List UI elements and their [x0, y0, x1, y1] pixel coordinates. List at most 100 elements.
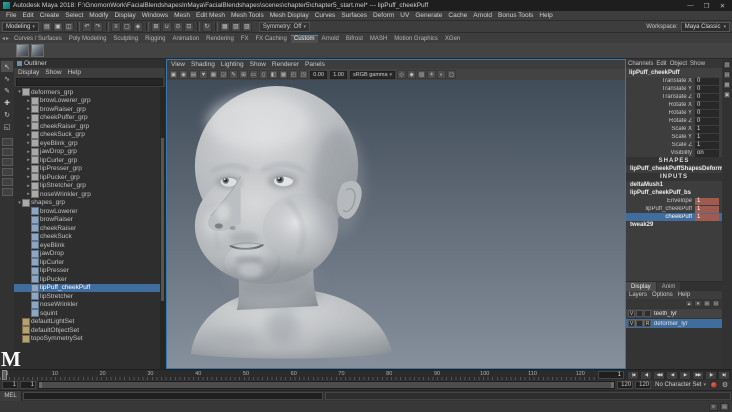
snap-point-icon[interactable]: ⊙ [172, 21, 183, 32]
new-layer-from-selected-icon[interactable]: ⊟ [712, 300, 720, 307]
menu-file[interactable]: File [3, 12, 19, 19]
film-gate-icon[interactable]: ▭ [249, 70, 258, 79]
input-node-deltamush1[interactable]: deltaMush1 [626, 181, 722, 189]
select-tool[interactable]: ↖ [1, 61, 13, 72]
channel-box-tab-edit[interactable]: Edit [656, 61, 666, 67]
layer-teeth-lyr[interactable]: Vteeth_lyr [626, 309, 722, 318]
menu-curves[interactable]: Curves [312, 12, 339, 19]
menu-select[interactable]: Select [62, 12, 86, 19]
expand-arrow-icon[interactable]: ▸ [25, 115, 32, 121]
snap-curve-icon[interactable]: ∪ [161, 21, 172, 32]
menu-help[interactable]: Help [536, 12, 555, 19]
channel-value[interactable]: 1 [695, 133, 719, 141]
input-node-lippuff-cheekpuff-bs[interactable]: lipPuff_cheekPuff_bs [626, 189, 722, 197]
menu-create[interactable]: Create [37, 12, 63, 19]
content-browser-icon[interactable]: ▤ [720, 402, 729, 411]
move-layer-up-icon[interactable]: ▴ [685, 300, 693, 307]
outliner-scrollbar[interactable] [160, 87, 165, 369]
menu-mesh[interactable]: Mesh [171, 12, 193, 19]
outliner-item-lippresser-grp[interactable]: ▸ lipPresser_grp [14, 164, 165, 174]
expand-arrow-icon[interactable]: ▾ [16, 89, 23, 95]
command-line-mode-toggle[interactable]: MEL [0, 391, 22, 401]
image-plane-icon[interactable]: ▦ [209, 70, 218, 79]
channel-translate-x[interactable]: Translate X0 [626, 77, 722, 85]
channel-cheekpuff[interactable]: cheekPuff 1 [626, 213, 722, 221]
outliner-item-jawdrop[interactable]: jawDrop [14, 249, 165, 259]
layer-display-type-toggle[interactable]: R [644, 320, 651, 327]
menu-display[interactable]: Display [111, 12, 138, 19]
channel-value[interactable]: 0 [695, 77, 719, 85]
modeling-toolkit-toggle-icon[interactable]: ▣ [723, 91, 731, 99]
channel-lippuff-cheekpuff[interactable]: lipPuff_cheekPuff 1 [626, 205, 722, 213]
shelf-tab-motion-graphics[interactable]: Motion Graphics [391, 35, 441, 43]
channel-value[interactable]: 0 [695, 101, 719, 109]
layer-menu-options[interactable]: Options [652, 292, 673, 298]
render-icon[interactable]: ▦ [219, 21, 230, 32]
single-pane-layout[interactable] [1, 138, 13, 146]
go-to-start-button[interactable]: |◀ [627, 370, 639, 380]
shaded-icon[interactable]: ◆ [407, 70, 417, 79]
channel-value[interactable]: 1 [695, 125, 719, 133]
shelf-tab-arnold[interactable]: Arnold [318, 35, 342, 43]
outliner-search-input[interactable] [16, 78, 163, 86]
undo-icon[interactable]: ↶ [81, 21, 92, 32]
render-settings-icon[interactable]: ▨ [241, 21, 252, 32]
layer-menu-help[interactable]: Help [678, 292, 690, 298]
channel-rotate-z[interactable]: Rotate Z0 [626, 117, 722, 125]
menu-mesh-tools[interactable]: Mesh Tools [228, 12, 267, 19]
outliner-item-cheeksuck-grp[interactable]: ▸ cheekSuck_grp [14, 130, 165, 140]
menu-surfaces[interactable]: Surfaces [338, 12, 370, 19]
save-scene-icon[interactable]: ◫ [63, 21, 74, 32]
menu-deform[interactable]: Deform [370, 12, 397, 19]
menu-modify[interactable]: Modify [86, 12, 111, 19]
channel-box-object-name[interactable]: lipPuff_cheekPuff [626, 68, 722, 77]
step-forward-frame-button[interactable]: |▶ [705, 370, 717, 380]
expand-arrow-icon[interactable]: ▸ [25, 132, 32, 138]
shelf-tab-curves-surfaces[interactable]: Curves / Surfaces [11, 35, 65, 43]
menu-windows[interactable]: Windows [139, 12, 171, 19]
shelf-button-2[interactable] [31, 44, 44, 57]
select-component-icon[interactable]: ◈ [132, 21, 143, 32]
select-object-icon[interactable]: ▢ [121, 21, 132, 32]
channel-value[interactable]: 0 [695, 93, 719, 101]
layer-menu-layers[interactable]: Layers [629, 292, 647, 298]
outliner-item-cheekraiser-grp[interactable]: ▸ cheekRaiser_grp [14, 122, 165, 131]
outliner-item-lipcurler-grp[interactable]: ▸ lipCurler_grp [14, 156, 165, 165]
animation-preferences-button[interactable]: ⚙ [720, 381, 730, 390]
select-camera-icon[interactable]: ▣ [169, 70, 178, 79]
lasso-tool[interactable]: ∿ [1, 73, 13, 84]
shelf-tab-poly-modeling[interactable]: Poly Modeling [65, 35, 110, 43]
channel-value[interactable]: on [695, 149, 719, 157]
field-chart-icon[interactable]: ▩ [279, 70, 288, 79]
menu-bonus-tools[interactable]: Bonus Tools [495, 12, 536, 19]
layer-deformer-lyr[interactable]: V Rdeformer_lyr [626, 319, 722, 328]
channel-translate-y[interactable]: Translate Y0 [626, 85, 722, 93]
command-line-input[interactable] [23, 392, 323, 400]
playback-end-field[interactable]: 120 [617, 381, 634, 389]
symmetry-dropdown[interactable]: Symmetry: Off ▾ [258, 21, 310, 32]
viewport-menu-lighting[interactable]: Lighting [221, 61, 244, 68]
shelf-button-1[interactable] [16, 44, 29, 57]
outliner-item-browlowerer-grp[interactable]: ▸ browLowerer_grp [14, 96, 165, 106]
outliner-item-defaultobjectset[interactable]: defaultObjectSet [14, 326, 165, 335]
safe-title-icon[interactable]: ◳ [299, 70, 308, 79]
channel-value[interactable]: 1 [695, 213, 719, 221]
bookmark-icon[interactable]: ▼ [199, 70, 208, 79]
minimize-button[interactable]: — [684, 2, 697, 9]
exposure-field[interactable]: 0.00 [310, 70, 327, 79]
outliner-item-toposymmetryset[interactable]: topoSymmetrySet [14, 334, 165, 344]
attribute-editor-toggle-icon[interactable]: ▤ [723, 71, 731, 79]
channel-rotate-y[interactable]: Rotate Y0 [626, 109, 722, 117]
shelf-tab-fx[interactable]: FX [237, 35, 252, 43]
workspace-dropdown[interactable]: Maya Classic ▾ [680, 21, 730, 32]
menu-uv[interactable]: UV [397, 12, 412, 19]
channel-value[interactable]: 1 [695, 141, 719, 149]
resolution-gate-icon[interactable]: ▯ [259, 70, 268, 79]
shelf-tab-rendering[interactable]: Rendering [203, 35, 237, 43]
outliner-menu-show[interactable]: Show [45, 69, 61, 76]
layer-editor-tab-anim[interactable]: Anim [656, 282, 681, 291]
shelf-tab-xgen[interactable]: XGen [441, 35, 464, 43]
outliner-item-eyeblink-grp[interactable]: ▸ eyeBlink_grp [14, 139, 165, 148]
wireframe-icon[interactable]: ◇ [397, 70, 407, 79]
viewport-menu-panels[interactable]: Panels [305, 61, 325, 68]
